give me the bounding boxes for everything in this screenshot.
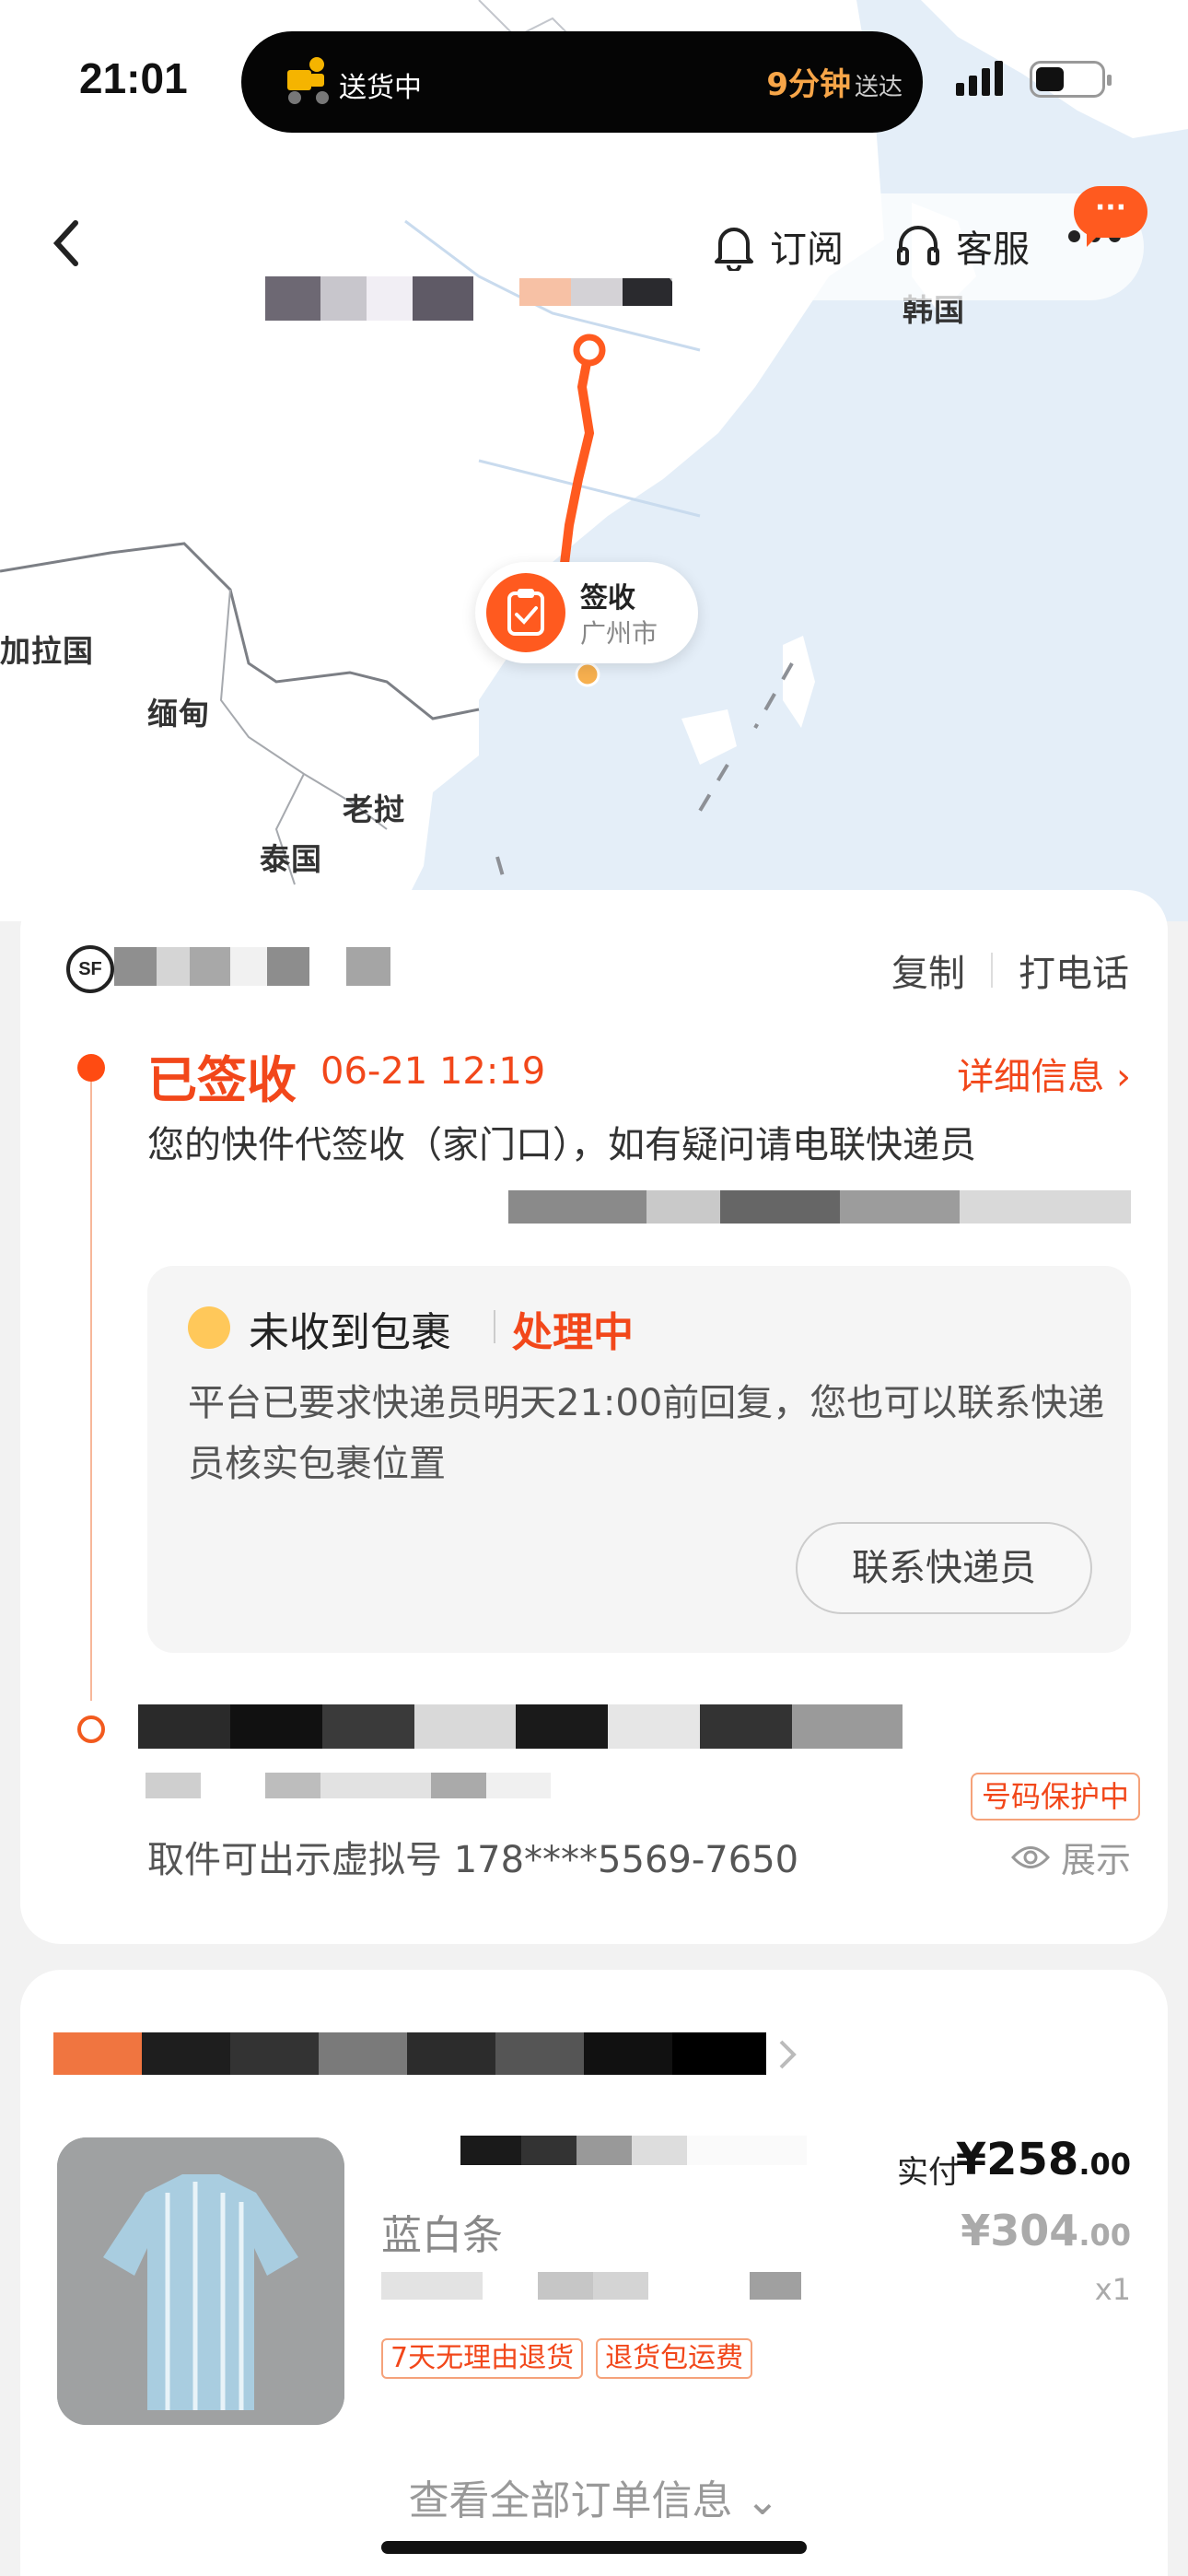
map-terrain: [0, 0, 1188, 921]
paid-label: 实付: [897, 2154, 960, 2191]
redacted-previous-event: [138, 1704, 903, 1749]
customer-service-button[interactable]: 客服: [893, 219, 1030, 273]
quantity: x1: [1094, 2272, 1131, 2307]
subscribe-button[interactable]: 订阅: [711, 219, 844, 273]
island-status: 送货中: [339, 72, 422, 104]
timeline-dot-previous: [77, 1715, 105, 1743]
courier-logo: SF: [66, 945, 114, 993]
virtual-number: 取件可出示虚拟号 178****5569-7650: [147, 1839, 799, 1881]
delivery-status-time: 06-21 12:19: [320, 1050, 546, 1093]
status-time: 21:01: [79, 54, 188, 102]
redacted-tracking-number: [114, 947, 390, 986]
battery-icon: [1030, 61, 1112, 98]
chevron-left-icon: [52, 220, 78, 266]
show-number-button[interactable]: 展示: [1010, 1832, 1131, 1882]
unhappy-face-icon: [188, 1306, 230, 1349]
issue-text: 平台已要求快递员明天21:00前回复，您也可以联系快递员核实包裹位置: [188, 1382, 1105, 1485]
redacted-product-spec: [381, 2272, 801, 2300]
sign-marker[interactable]: 签收 广州市: [475, 562, 698, 663]
route-map[interactable]: 韩国 加拉国 缅甸 老挝 泰国 签收 广州市: [0, 0, 1188, 921]
detail-info-link[interactable]: 详细信息 ›: [957, 1047, 1131, 1100]
chevron-right-icon: [779, 2040, 797, 2069]
view-all-order-info[interactable]: 查看全部订单信息 ⌄: [20, 2467, 1168, 2526]
redacted-address: [508, 1190, 1131, 1224]
service-tags: 7天无理由退货 退货包运费: [381, 2338, 765, 2379]
issue-state: 处理中: [512, 1309, 634, 1356]
tag-free-return: 7天无理由退货: [381, 2338, 584, 2379]
copy-button[interactable]: 复制: [891, 943, 965, 997]
live-activity-island[interactable]: 送货中 9分钟 送达: [241, 31, 923, 133]
product-spec: 蓝白条: [381, 2212, 503, 2259]
subscribe-label: 订阅: [770, 228, 844, 271]
order-card: 蓝白条 实付 ¥258.00 ¥304.00 x1 7天无理由退货 退货包运费 …: [20, 1970, 1168, 2576]
island-eta: 9分钟 送达: [766, 66, 903, 103]
marker-title: 签收: [580, 582, 635, 615]
redacted-product-title: [460, 2136, 807, 2165]
home-indicator[interactable]: [381, 2541, 807, 2554]
call-button[interactable]: 打电话: [1019, 943, 1129, 997]
signal-icon: [956, 61, 1007, 96]
delivery-rider-icon: [280, 50, 339, 109]
issue-title: 未收到包裹: [249, 1309, 451, 1356]
timeline-line: [90, 1074, 92, 1701]
headset-icon: [897, 226, 939, 265]
chat-badge[interactable]: ···: [1074, 186, 1147, 247]
number-protection-badge: 号码保护中: [970, 1773, 1140, 1821]
service-label: 客服: [956, 228, 1030, 271]
delivery-status-desc: 您的快件代签收（家门口），如有疑问请电联快递员: [147, 1124, 976, 1166]
original-price: ¥304.00: [961, 2206, 1131, 2255]
timeline-dot-current: [77, 1054, 105, 1082]
tracking-actions: 复制 打电话: [891, 943, 1129, 997]
map-label-laos: 老挝: [343, 791, 405, 827]
marker-city: 广州市: [580, 618, 658, 649]
contact-courier-button[interactable]: 联系快递员: [796, 1522, 1092, 1614]
delivery-status: 已签收: [147, 1051, 297, 1109]
clipboard-icon: [486, 573, 565, 652]
redacted-shop-name[interactable]: [53, 2032, 766, 2075]
map-label-myanmar: 缅甸: [147, 696, 210, 732]
back-button[interactable]: [48, 216, 103, 280]
tag-return-shipping: 退货包运费: [596, 2338, 753, 2379]
eye-icon: [1010, 1845, 1050, 1868]
bell-icon: [715, 228, 753, 271]
map-label-thailand: 泰国: [260, 841, 322, 877]
map-label-bangladesh: 加拉国: [0, 633, 94, 669]
redacted-previous-detail: [146, 1773, 551, 1798]
product-image[interactable]: [57, 2137, 344, 2425]
show-label: 展示: [1060, 1840, 1131, 1880]
package-issue-box: 未收到包裹 处理中 平台已要求快递员明天21:00前回复，您也可以联系快递员核实…: [147, 1266, 1131, 1653]
redacted-destination: [519, 278, 672, 306]
tracking-card: SF 复制 打电话 已签收 06-21 12:19 详细信息 › 您的快件代签收…: [20, 890, 1168, 1944]
redacted-origin: [265, 276, 473, 321]
paid-price: ¥258.00: [955, 2134, 1131, 2185]
